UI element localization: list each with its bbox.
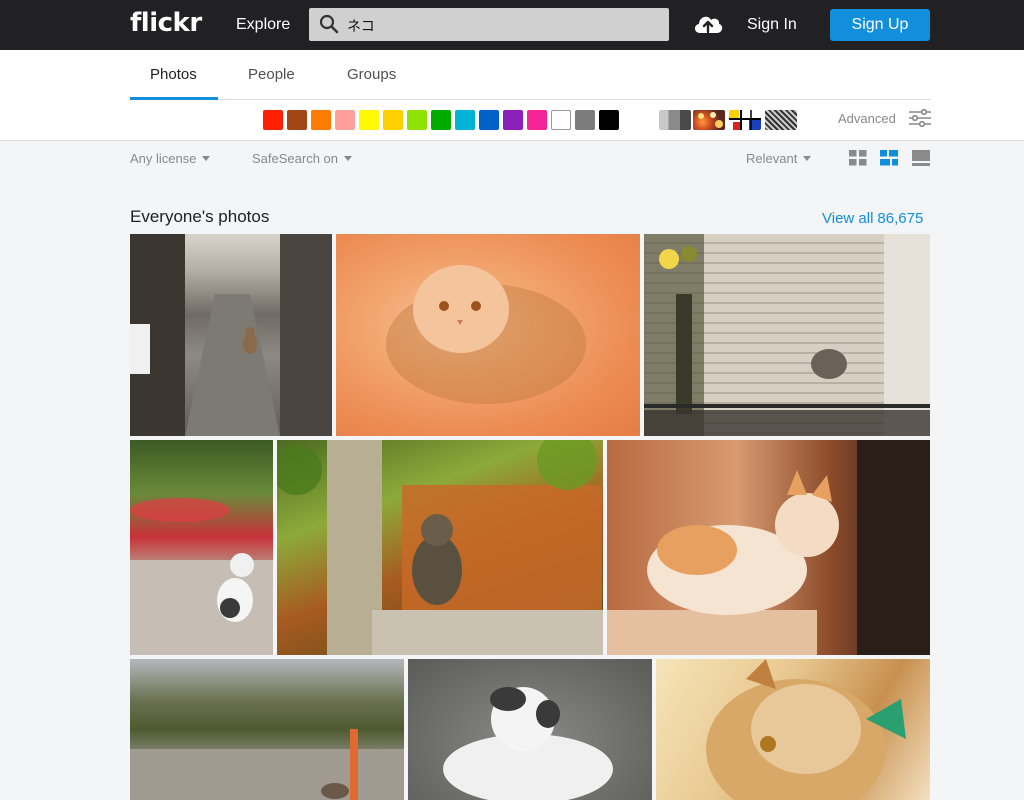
- view-all-label: View all: [822, 210, 874, 227]
- chevron-down-icon: [202, 156, 211, 161]
- color-swatch[interactable]: [575, 110, 595, 130]
- orange-cat-image: [386, 265, 586, 404]
- style-patterns-swatch[interactable]: [765, 110, 797, 130]
- sliders-icon[interactable]: [909, 109, 931, 127]
- advanced-search-link[interactable]: Advanced: [838, 111, 896, 126]
- view-all-link[interactable]: View all 86,675: [822, 210, 923, 227]
- color-swatch[interactable]: [479, 110, 499, 130]
- color-swatch[interactable]: [311, 110, 331, 130]
- white-cat-lying-image: [443, 687, 613, 800]
- flickr-logo[interactable]: flickr: [130, 8, 202, 38]
- search-type-tabs: Photos People Groups: [130, 50, 930, 100]
- alley-cat-image: [130, 234, 332, 436]
- top-navigation-bar: flickr Explore ネコ Sign In Sign Up: [0, 0, 1024, 50]
- search-query-text: ネコ: [347, 18, 375, 34]
- sign-up-button[interactable]: Sign Up: [830, 9, 930, 41]
- search-input[interactable]: ネコ: [309, 8, 669, 41]
- explore-link[interactable]: Explore: [236, 16, 290, 34]
- tabby-cat-leaves-image: [277, 440, 603, 655]
- minimalist-grid-icon: [729, 110, 761, 130]
- photo-count: 86,675: [877, 210, 924, 227]
- chevron-down-icon: [344, 156, 353, 161]
- photo-thumbnail[interactable]: [277, 440, 603, 655]
- photo-thumbnail[interactable]: [644, 234, 930, 436]
- color-swatch[interactable]: [263, 110, 283, 130]
- grid-view-icon[interactable]: [849, 150, 867, 166]
- color-swatch[interactable]: [455, 110, 475, 130]
- safesearch-label: SafeSearch on: [252, 151, 339, 166]
- photo-thumbnail[interactable]: [656, 659, 930, 800]
- photo-thumbnail[interactable]: [336, 234, 640, 436]
- active-tab-indicator: [130, 97, 218, 100]
- style-minimalist-swatch[interactable]: [729, 110, 761, 130]
- garden-cat-image: [130, 498, 273, 655]
- riverbank-cat-image: [130, 729, 404, 800]
- color-swatch[interactable]: [551, 110, 571, 130]
- upload-cloud-icon[interactable]: [692, 11, 724, 37]
- tab-photos[interactable]: Photos: [150, 66, 197, 83]
- chevron-down-icon: [803, 156, 812, 161]
- color-swatch[interactable]: [407, 110, 427, 130]
- window-cat-image: [644, 234, 930, 436]
- sort-dropdown[interactable]: Relevant: [746, 151, 812, 166]
- style-black-and-white-swatch[interactable]: [659, 110, 691, 130]
- tab-groups[interactable]: Groups: [347, 66, 396, 83]
- color-swatch[interactable]: [287, 110, 307, 130]
- color-swatch[interactable]: [431, 110, 451, 130]
- tab-people[interactable]: People: [248, 66, 295, 83]
- photo-thumbnail[interactable]: [408, 659, 652, 800]
- photo-thumbnail[interactable]: [130, 440, 273, 655]
- color-swatch[interactable]: [599, 110, 619, 130]
- color-swatch[interactable]: [335, 110, 355, 130]
- single-view-icon[interactable]: [912, 150, 930, 166]
- section-title: Everyone's photos: [130, 207, 270, 226]
- color-swatch[interactable]: [383, 110, 403, 130]
- orange-white-cat-image: [607, 440, 930, 655]
- color-swatch[interactable]: [359, 110, 379, 130]
- safesearch-dropdown[interactable]: SafeSearch on: [252, 151, 353, 166]
- photo-thumbnail[interactable]: [130, 234, 332, 436]
- sign-in-link[interactable]: Sign In: [747, 16, 797, 34]
- photo-thumbnail[interactable]: [130, 659, 404, 800]
- search-icon[interactable]: [319, 14, 339, 34]
- photo-thumbnail[interactable]: [607, 440, 930, 655]
- justified-view-icon[interactable]: [880, 150, 898, 166]
- bokeh-icon: [698, 112, 723, 128]
- license-label: Any license: [130, 151, 197, 166]
- tabby-cat-closeup-image: [706, 659, 906, 800]
- sort-label: Relevant: [746, 151, 798, 166]
- color-swatch[interactable]: [503, 110, 523, 130]
- license-dropdown[interactable]: Any license: [130, 151, 211, 166]
- color-swatch[interactable]: [527, 110, 547, 130]
- search-options-panel: Photos People Groups Advanced: [0, 50, 1024, 141]
- style-shallow-depth-swatch[interactable]: [693, 110, 725, 130]
